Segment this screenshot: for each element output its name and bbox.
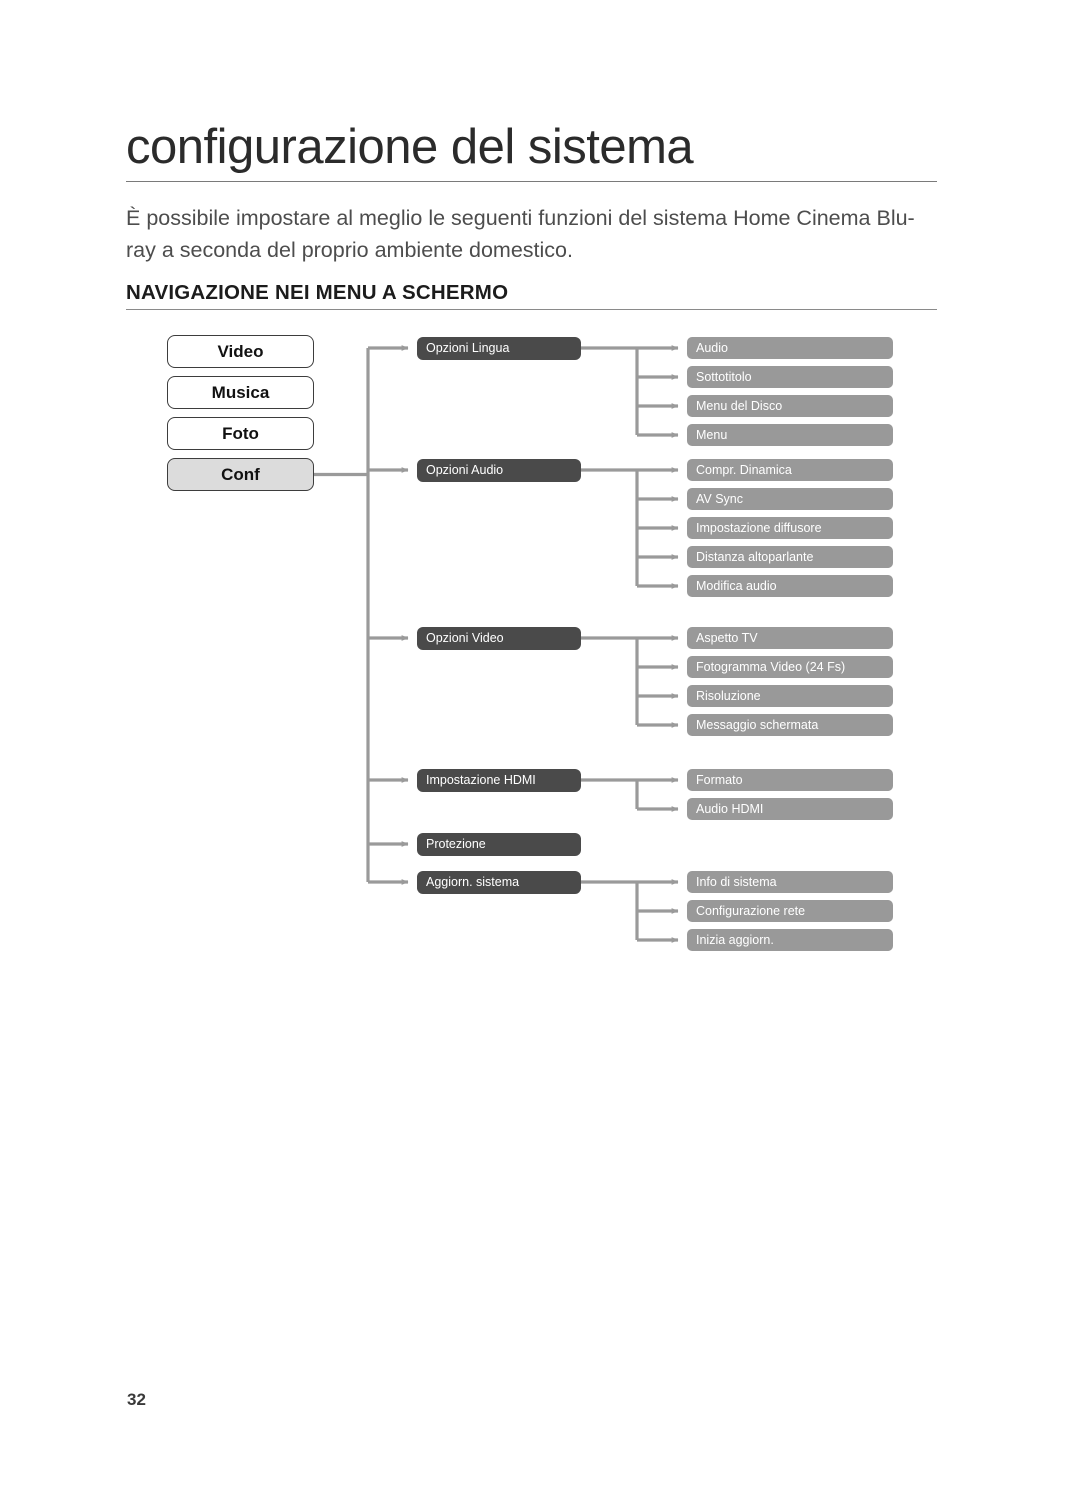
section-heading: NAVIGAZIONE NEI MENU A SCHERMO bbox=[126, 281, 509, 304]
menu-option-impostazione-diffusore[interactable]: Impostazione diffusore bbox=[687, 517, 893, 539]
submenu-label: Opzioni Video bbox=[426, 631, 504, 645]
menu-option-label: Audio HDMI bbox=[696, 802, 764, 816]
menu-option-label: Modifica audio bbox=[696, 579, 777, 593]
page-number: 32 bbox=[127, 1390, 146, 1409]
submenu-label: Protezione bbox=[426, 837, 486, 851]
menu-option-label: Compr. Dinamica bbox=[696, 463, 792, 477]
menu-option-messaggio-schermata[interactable]: Messaggio schermata bbox=[687, 714, 893, 736]
submenu-label: Impostazione HDMI bbox=[426, 773, 536, 787]
menu-option-aspetto-tv[interactable]: Aspetto TV bbox=[687, 627, 893, 649]
menu-option-fotogramma-video-24-fs[interactable]: Fotogramma Video (24 Fs) bbox=[687, 656, 893, 678]
menu-option-distanza-altoparlante[interactable]: Distanza altoparlante bbox=[687, 546, 893, 568]
menu-option-inizia-aggiorn[interactable]: Inizia aggiorn. bbox=[687, 929, 893, 951]
submenu-opzioni-audio[interactable]: Opzioni Audio bbox=[417, 458, 581, 482]
submenu-opzioni-lingua[interactable]: Opzioni Lingua bbox=[417, 336, 581, 360]
menu-option-menu-del-disco[interactable]: Menu del Disco bbox=[687, 395, 893, 417]
menu-option-label: Audio bbox=[696, 341, 728, 355]
menu-option-av-sync[interactable]: AV Sync bbox=[687, 488, 893, 510]
page-title: configurazione del sistema bbox=[126, 120, 694, 174]
menu-option-label: AV Sync bbox=[696, 492, 744, 506]
document-page: configurazione del sistema È possibile i… bbox=[0, 0, 1080, 1492]
submenu-label: Aggiorn. sistema bbox=[426, 875, 520, 889]
intro-paragraph: È possibile impostare al meglio le segue… bbox=[126, 206, 915, 262]
menu-option-label: Fotogramma Video (24 Fs) bbox=[696, 660, 846, 674]
menu-option-compr-dinamica[interactable]: Compr. Dinamica bbox=[687, 459, 893, 481]
menu-option-label: Info di sistema bbox=[696, 875, 777, 889]
menu-option-label: Impostazione diffusore bbox=[696, 521, 822, 535]
menu-option-label: Menu del Disco bbox=[696, 399, 783, 413]
top-menu-item-video[interactable]: Video bbox=[167, 335, 314, 368]
menu-option-label: Distanza altoparlante bbox=[696, 550, 814, 564]
top-menu-item-label: Video bbox=[217, 341, 264, 361]
menu-option-configurazione-rete[interactable]: Configurazione rete bbox=[687, 900, 893, 922]
title-divider bbox=[126, 181, 937, 182]
menu-option-risoluzione[interactable]: Risoluzione bbox=[687, 685, 893, 707]
menu-option-label: Messaggio schermata bbox=[696, 718, 819, 732]
submenu-protezione[interactable]: Protezione bbox=[417, 832, 581, 856]
menu-option-label: Sottotitolo bbox=[696, 370, 752, 384]
submenu-label: Opzioni Audio bbox=[426, 463, 504, 477]
top-menu-item-label: Foto bbox=[222, 423, 259, 443]
menu-option-label: Risoluzione bbox=[696, 689, 761, 703]
submenu-impostazione-hdmi[interactable]: Impostazione HDMI bbox=[417, 768, 581, 792]
menu-option-sottotitolo[interactable]: Sottotitolo bbox=[687, 366, 893, 388]
top-menu-item-label: Conf bbox=[221, 464, 260, 484]
menu-option-info-di-sistema[interactable]: Info di sistema bbox=[687, 871, 893, 893]
menu-option-menu[interactable]: Menu bbox=[687, 424, 893, 446]
submenu-opzioni-video[interactable]: Opzioni Video bbox=[417, 626, 581, 650]
menu-option-label: Aspetto TV bbox=[696, 631, 758, 645]
submenu-label: Opzioni Lingua bbox=[426, 341, 510, 355]
menu-option-modifica-audio[interactable]: Modifica audio bbox=[687, 575, 893, 597]
menu-option-audio[interactable]: Audio bbox=[687, 337, 893, 359]
top-menu-item-label: Musica bbox=[211, 382, 270, 402]
menu-option-label: Inizia aggiorn. bbox=[696, 933, 774, 947]
menu-option-audio-hdmi[interactable]: Audio HDMI bbox=[687, 798, 893, 820]
top-menu-item-foto[interactable]: Foto bbox=[167, 417, 314, 450]
submenu-aggiorn-sistema[interactable]: Aggiorn. sistema bbox=[417, 870, 581, 894]
menu-option-label: Configurazione rete bbox=[696, 904, 806, 918]
menu-option-label: Menu bbox=[696, 428, 728, 442]
section-divider bbox=[126, 309, 937, 310]
menu-option-label: Formato bbox=[696, 773, 743, 787]
top-menu-item-musica[interactable]: Musica bbox=[167, 376, 314, 409]
menu-option-formato[interactable]: Formato bbox=[687, 769, 893, 791]
top-menu-item-conf[interactable]: Conf bbox=[167, 458, 314, 491]
